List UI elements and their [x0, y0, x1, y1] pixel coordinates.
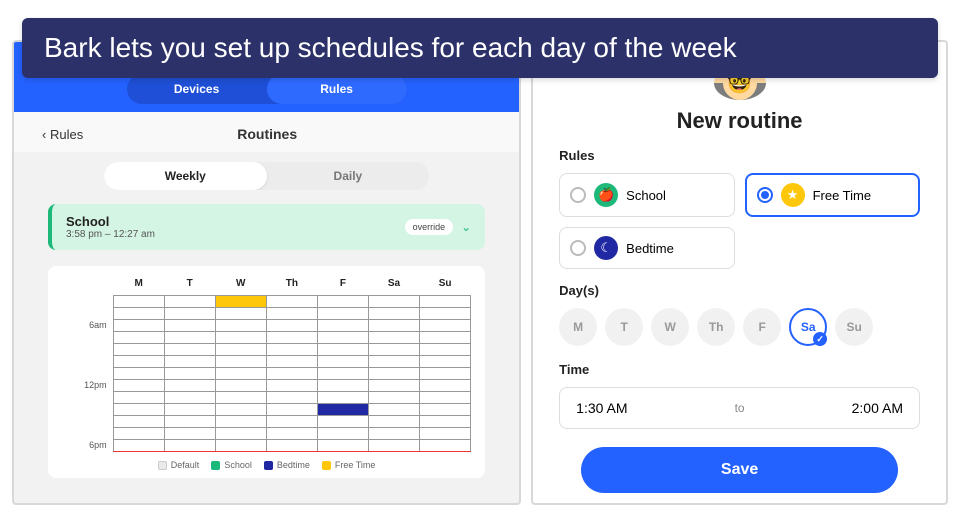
rule-option-free-time[interactable]: ★ Free Time [745, 173, 920, 217]
chevron-down-icon[interactable]: ⌄ [461, 220, 471, 234]
toggle-weekly[interactable]: Weekly [104, 162, 267, 190]
tab-devices[interactable]: Devices [127, 74, 267, 104]
calendar-legend: Default School Bedtime Free Time [62, 460, 471, 470]
routines-panel: ⏱ Screen Time Devices Rules ‹ Rules Rout… [12, 40, 521, 505]
start-time-value[interactable]: 1:30 AM [576, 400, 627, 416]
bedtime-block[interactable] [317, 404, 368, 416]
days-section-label: Day(s) [559, 283, 920, 298]
cal-day-t: T [164, 278, 215, 296]
rule-label: School [626, 188, 666, 203]
save-button[interactable]: Save [581, 447, 899, 493]
breadcrumb-title: Routines [83, 126, 451, 142]
moon-icon: ☾ [594, 236, 618, 260]
routine-info: School 3:58 pm – 12:27 am [66, 214, 405, 240]
rules-options: 🍎 School ★ Free Time ☾ Bedtime [559, 173, 920, 269]
day-su[interactable]: Su [835, 308, 873, 346]
routine-name: School [66, 214, 405, 229]
tab-rules[interactable]: Rules [267, 74, 407, 104]
main-container: ⏱ Screen Time Devices Rules ‹ Rules Rout… [12, 40, 948, 505]
swatch-bedtime [264, 461, 273, 470]
swatch-free [322, 461, 331, 470]
routine-time: 3:58 pm – 12:27 am [66, 229, 405, 240]
day-sa[interactable]: Sa [789, 308, 827, 346]
time-6am: 6am [62, 320, 113, 332]
time-to-label: to [735, 401, 745, 415]
view-toggle: Weekly Daily [104, 162, 429, 190]
header-tabs: Devices Rules [127, 74, 407, 104]
day-th[interactable]: Th [697, 308, 735, 346]
end-time-value[interactable]: 2:00 AM [852, 400, 903, 416]
day-w[interactable]: W [651, 308, 689, 346]
swatch-default [158, 461, 167, 470]
cal-day-w: W [215, 278, 266, 296]
rule-option-bedtime[interactable]: ☾ Bedtime [559, 227, 734, 269]
toggle-daily[interactable]: Daily [267, 162, 430, 190]
time-section-label: Time [559, 362, 920, 377]
back-button[interactable]: ‹ Rules [42, 127, 83, 142]
rule-label: Bedtime [626, 241, 674, 256]
rule-option-school[interactable]: 🍎 School [559, 173, 734, 217]
star-icon: ★ [781, 183, 805, 207]
cal-day-f: F [317, 278, 368, 296]
weekly-calendar: M T W Th F Sa Su 6am [48, 266, 485, 478]
cal-day-su: Su [420, 278, 471, 296]
day-m[interactable]: M [559, 308, 597, 346]
rules-section-label: Rules [559, 148, 920, 163]
breadcrumb: ‹ Rules Routines [14, 112, 519, 152]
cal-day-m: M [113, 278, 164, 296]
radio-icon [757, 187, 773, 203]
legend-bedtime: Bedtime [277, 460, 310, 470]
legend-free: Free Time [335, 460, 376, 470]
cal-day-sa: Sa [368, 278, 419, 296]
school-icon: 🍎 [594, 183, 618, 207]
calendar-grid: M T W Th F Sa Su 6am [62, 278, 471, 452]
day-f[interactable]: F [743, 308, 781, 346]
radio-icon [570, 240, 586, 256]
swatch-school [211, 461, 220, 470]
time-6pm: 6pm [62, 440, 113, 452]
day-t[interactable]: T [605, 308, 643, 346]
override-badge[interactable]: override [405, 219, 454, 235]
back-label: Rules [50, 127, 83, 142]
radio-icon [570, 187, 586, 203]
legend-default: Default [171, 460, 200, 470]
caption-banner: Bark lets you set up schedules for each … [22, 18, 938, 78]
free-time-block[interactable] [215, 296, 266, 308]
routine-card-school[interactable]: School 3:58 pm – 12:27 am override ⌄ [48, 204, 485, 250]
new-routine-panel: 🤓 New routine Rules 🍎 School ★ Free Time… [531, 40, 948, 505]
time-range-input[interactable]: 1:30 AM to 2:00 AM [559, 387, 920, 429]
legend-school: School [224, 460, 252, 470]
cal-day-th: Th [266, 278, 317, 296]
rule-label: Free Time [813, 188, 872, 203]
day-selector: M T W Th F Sa Su [559, 308, 920, 346]
panel-title: New routine [559, 108, 920, 134]
time-12pm: 12pm [62, 380, 113, 392]
